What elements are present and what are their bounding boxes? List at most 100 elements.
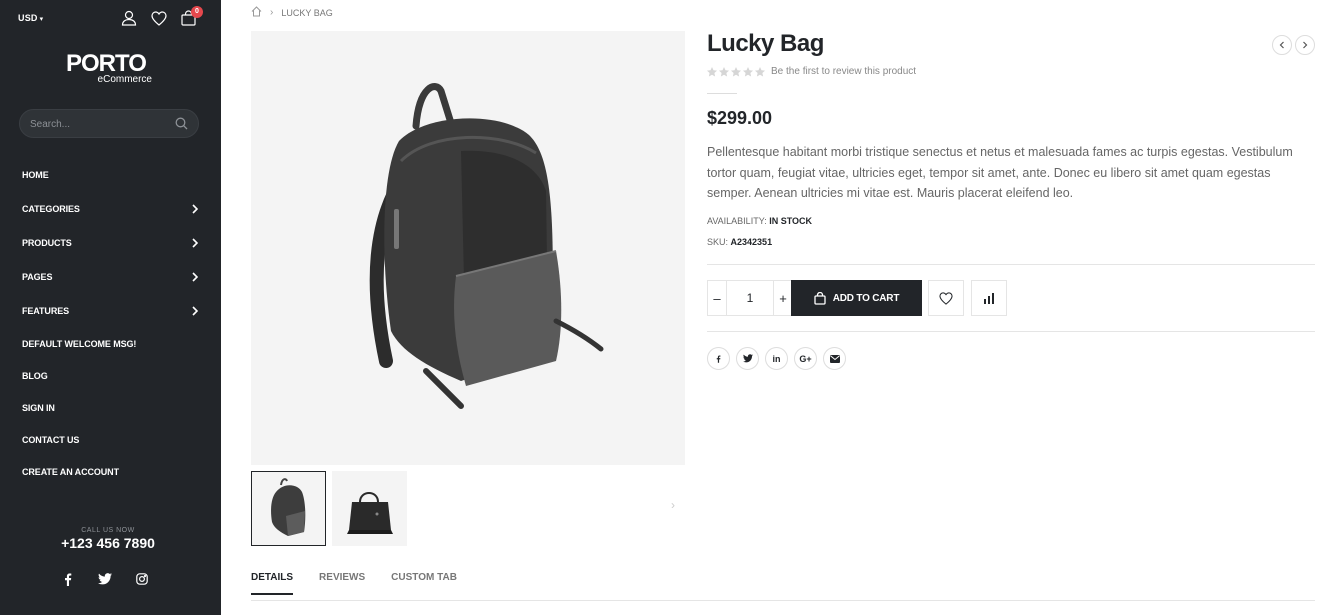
thumbnail-backpack[interactable] [251,471,326,546]
search-icon[interactable] [175,117,188,135]
nav-item-products[interactable]: PRODUCTS [22,226,200,260]
thumbnail-handbag-image [347,492,393,534]
add-to-cart-button[interactable]: ADD TO CART [791,280,922,316]
nav-item-label: CATEGORIES [22,204,80,214]
search-box [19,109,199,138]
cart-count-badge: 0 [191,6,203,18]
nav-item-label: PAGES [22,272,53,282]
thumbnail-gallery [251,471,407,546]
nav-item-label: DEFAULT WELCOME MSG! [22,339,137,349]
breadcrumb-current: LUCKY BAG [281,7,333,18]
chevron-right-icon [192,306,198,316]
share-google-plus-icon[interactable]: G+ [794,347,817,370]
product-main-image[interactable] [251,31,685,465]
product-tabs: DETAILS REVIEWS CUSTOM TAB [251,572,457,595]
call-us-label: CALL US NOW [81,527,135,534]
nav-item-categories[interactable]: CATEGORIES [22,192,200,226]
nav-item-label: SIGN IN [22,403,55,413]
backpack-image [369,83,604,409]
product-price: $299.00 [707,108,773,128]
product-description: Pellentesque habitant morbi tristique se… [707,145,1293,200]
compare-button[interactable] [971,280,1007,316]
chevron-right-icon [192,204,198,214]
thumbnail-backpack-image [271,478,306,536]
sidebar: USD▾ 0 PORTO eCommerce HOME CATEGORIES [0,0,221,615]
thumbnail-handbag[interactable] [332,471,407,546]
cart-button[interactable]: 0 [181,6,203,26]
rating: Be the first to review this product [707,66,916,77]
availability-value: IN STOCK [769,216,813,226]
logo-text: PORTO [66,50,147,77]
bar-chart-icon [984,293,994,304]
chevron-right-icon [192,238,198,248]
availability-label: AVAILABILITY: [707,216,767,226]
sku-label: SKU: [707,237,729,247]
qty-input[interactable] [727,280,773,316]
divider [707,331,1315,332]
qty-increase-button[interactable]: + [773,280,793,316]
thumbnail-next-arrow[interactable]: › [671,498,675,512]
breadcrumb: › LUCKY BAG [251,6,333,19]
review-link[interactable]: Be the first to review this product [771,66,916,77]
sidebar-top-bar: USD ▾ 0 [18,6,203,28]
heart-icon [939,291,953,305]
facebook-icon[interactable] [62,573,74,586]
currency-switcher[interactable]: USD ▾ [18,13,43,23]
wishlist-button[interactable] [928,280,964,316]
phone-number[interactable]: +123 456 7890 [0,535,216,551]
divider [707,93,737,94]
sku-value: A2342351 [730,237,773,247]
user-icon[interactable] [121,10,137,26]
search-input[interactable] [30,116,170,132]
tab-details[interactable]: DETAILS [251,572,294,595]
chevron-right-icon [192,272,198,282]
logo[interactable]: PORTO eCommerce [66,50,156,86]
nav-item-sign-in[interactable]: SIGN IN [22,392,200,424]
quantity-stepper: – + [707,280,793,316]
product-title: Lucky Bag [707,30,824,57]
prev-product-button[interactable] [1272,35,1292,55]
sidebar-nav: HOME CATEGORIES PRODUCTS PAGES FEATURES … [22,158,200,488]
tab-custom[interactable]: CUSTOM TAB [391,572,457,595]
nav-item-create-account[interactable]: CREATE AN ACCOUNT [22,456,200,488]
tab-reviews[interactable]: REVIEWS [319,572,365,595]
nav-item-label: FEATURES [22,306,70,316]
chevron-right-icon [1303,41,1308,49]
chevron-left-icon [1279,41,1284,49]
share-email-icon[interactable] [823,347,846,370]
nav-item-blog[interactable]: BLOG [22,360,200,392]
divider [707,264,1315,265]
breadcrumb-separator: › [270,7,274,18]
call-us: CALL US NOW +123 456 7890 [0,527,216,551]
nav-item-welcome[interactable]: DEFAULT WELCOME MSG! [22,328,200,360]
currency-label: USD [18,13,38,23]
share-linkedin-icon[interactable]: in [765,347,788,370]
rating-stars [707,66,765,77]
availability: AVAILABILITY: IN STOCK [707,216,812,226]
nav-item-pages[interactable]: PAGES [22,260,200,294]
tabs-divider [251,600,1315,601]
share-facebook-icon[interactable] [707,347,730,370]
sidebar-social-links [62,573,148,586]
twitter-icon[interactable] [98,573,112,586]
nav-item-contact-us[interactable]: CONTACT US [22,424,200,456]
add-to-cart-label: ADD TO CART [832,292,900,304]
nav-item-home[interactable]: HOME [22,158,200,192]
nav-item-label: HOME [22,170,49,180]
nav-item-label: PRODUCTS [22,238,72,248]
home-icon[interactable] [251,6,262,19]
nav-item-label: CREATE AN ACCOUNT [22,467,119,477]
nav-item-features[interactable]: FEATURES [22,294,200,328]
next-product-button[interactable] [1295,35,1315,55]
qty-decrease-button[interactable]: – [707,280,727,316]
shopping-bag-icon [814,291,826,305]
heart-icon[interactable] [151,10,167,26]
nav-item-label: BLOG [22,371,48,381]
star-icons [707,66,765,76]
sku: SKU: A2342351 [707,237,772,247]
instagram-icon[interactable] [136,573,148,586]
share-twitter-icon[interactable] [736,347,759,370]
share-links: in G+ [707,347,846,370]
product-navigation [1272,35,1315,55]
nav-item-label: CONTACT US [22,435,80,445]
